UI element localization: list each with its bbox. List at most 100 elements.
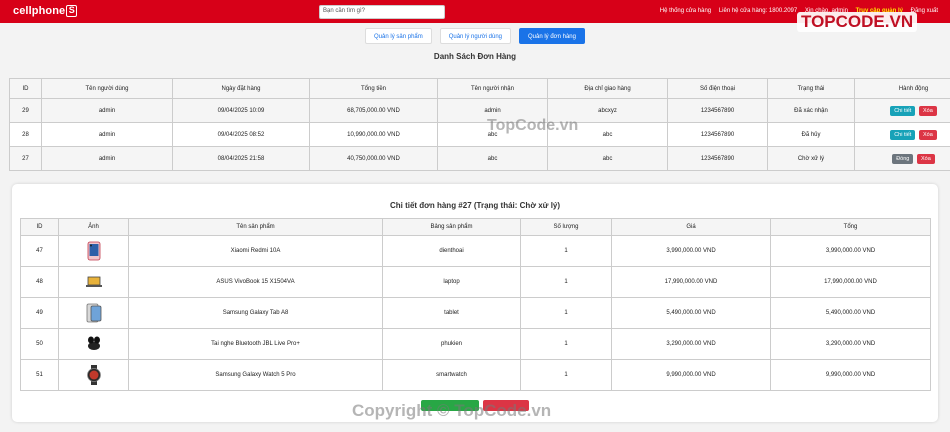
table-row: 50 Tai nghe Bluetooth JBL Live Pro+ phuk… <box>20 328 931 360</box>
orders-table: ID Tên người dùng Ngày đặt hàng Tổng tiề… <box>9 78 950 171</box>
item-name: Xiaomi Redmi 10A <box>128 235 383 267</box>
item-price: 5,490,000.00 VND <box>611 297 771 329</box>
tab-orders[interactable]: Quản lý đơn hàng <box>518 28 585 44</box>
col-header: Hành động <box>854 78 950 99</box>
table-row: 49 Samsung Galaxy Tab A8 tablet 1 5,490,… <box>20 297 931 329</box>
item-table: tablet <box>382 297 521 329</box>
order-receiver: abc <box>437 122 548 147</box>
item-qty: 1 <box>520 235 612 267</box>
item-total: 3,290,000.00 VND <box>770 328 931 360</box>
order-user: admin <box>41 98 173 123</box>
item-qty: 1 <box>520 328 612 360</box>
orders-title: Danh Sách Đơn Hàng <box>433 52 517 61</box>
col-header: Ảnh <box>58 218 129 236</box>
item-price: 3,990,000.00 VND <box>611 235 771 267</box>
order-receiver: admin <box>437 98 548 123</box>
order-phone: 1234567890 <box>667 122 768 147</box>
site-logo[interactable]: cellphone S <box>13 5 78 17</box>
order-date: 09/04/2025 10:09 <box>172 98 310 123</box>
table-row: 47 Xiaomi Redmi 10A dienthoai 1 3,990,00… <box>20 235 931 267</box>
order-status: Chờ xử lý <box>767 146 855 171</box>
col-header: Số điện thoại <box>667 78 768 99</box>
order-status: Đã hủy <box>767 122 855 147</box>
store-system-link[interactable]: Hệ thống cửa hàng <box>660 8 711 14</box>
order-date: 09/04/2025 08:52 <box>172 122 310 147</box>
col-header: Ngày đặt hàng <box>172 78 310 99</box>
logout-link[interactable]: Đăng xuất <box>911 8 938 14</box>
order-total: 40,750,000.00 VND <box>309 146 438 171</box>
order-id: 29 <box>9 98 42 123</box>
col-header: Giá <box>611 218 771 236</box>
admin-access-link[interactable]: Truy cập quản lý <box>856 8 903 14</box>
col-header: Tên người nhận <box>437 78 548 99</box>
delete-button[interactable]: Xóa <box>917 153 935 164</box>
earbuds-icon <box>87 336 100 350</box>
top-header: cellphone S Bạn cần tìm gì? Hệ thống cửa … <box>0 0 950 23</box>
order-user: admin <box>41 146 173 171</box>
col-header: Tên người dùng <box>41 78 173 99</box>
order-address: abcxyz <box>547 98 668 123</box>
item-id: 47 <box>20 235 59 267</box>
table-row: 29 admin 09/04/2025 10:09 68,705,000.00 … <box>9 98 950 123</box>
contact-link[interactable]: Liên hệ cửa hàng: 1800.2097 <box>719 8 797 14</box>
col-header: Tên sản phẩm <box>128 218 383 236</box>
item-table: dienthoai <box>382 235 521 267</box>
col-header: Trạng thái <box>767 78 855 99</box>
order-phone: 1234567890 <box>667 98 768 123</box>
order-actions: Chi tiết Xóa <box>854 122 950 147</box>
item-image <box>58 359 129 391</box>
delete-button[interactable]: Xóa <box>919 129 937 140</box>
table-row: 48 ASUS VivoBook 15 X1504VA laptop 1 17,… <box>20 266 931 298</box>
logo-text: cellphone <box>13 5 66 17</box>
item-total: 5,490,000.00 VND <box>770 297 931 329</box>
greeting-text: Xin chào, admin <box>804 8 848 14</box>
item-price: 17,990,000.00 VND <box>611 266 771 298</box>
item-price: 3,290,000.00 VND <box>611 328 771 360</box>
detail-header-row: ID Ảnh Tên sản phẩm Bảng sản phẩm Số lượ… <box>20 218 931 236</box>
order-user: admin <box>41 122 173 147</box>
watch-icon <box>86 365 101 385</box>
tab-products[interactable]: Quản lý sản phẩm <box>365 28 432 44</box>
delete-button[interactable]: Xóa <box>919 105 937 116</box>
col-header: ID <box>20 218 59 236</box>
item-image <box>58 297 129 329</box>
table-row: 28 admin 09/04/2025 08:52 10,990,000.00 … <box>9 122 950 147</box>
close-button[interactable]: Đóng <box>892 153 914 164</box>
order-date: 08/04/2025 21:58 <box>172 146 310 171</box>
col-header: Tổng <box>770 218 931 236</box>
order-total: 68,705,000.00 VND <box>309 98 438 123</box>
logo-s-box: S <box>66 5 78 17</box>
order-address: abc <box>547 146 668 171</box>
item-qty: 1 <box>520 359 612 391</box>
detail-button[interactable]: Chi tiết <box>890 105 916 116</box>
item-total: 17,990,000.00 VND <box>770 266 931 298</box>
tablet-icon <box>86 303 101 323</box>
item-id: 51 <box>20 359 59 391</box>
detail-actions <box>12 400 938 411</box>
order-detail-table: ID Ảnh Tên sản phẩm Bảng sản phẩm Số lượ… <box>20 218 931 391</box>
confirm-order-button[interactable] <box>421 400 480 411</box>
order-receiver: abc <box>437 146 548 171</box>
item-image <box>58 266 129 298</box>
detail-button[interactable]: Chi tiết <box>890 129 916 140</box>
orders-header-row: ID Tên người dùng Ngày đặt hàng Tổng tiề… <box>9 78 950 99</box>
order-address: abc <box>547 122 668 147</box>
cancel-order-button[interactable] <box>482 400 529 411</box>
order-detail-title: Chi tiết đơn hàng #27 (Trạng thái: Chờ x… <box>389 201 561 210</box>
order-actions: Đóng Xóa <box>854 146 950 171</box>
order-detail-card: Chi tiết đơn hàng #27 (Trạng thái: Chờ x… <box>12 184 938 422</box>
order-status: Đã xác nhận <box>767 98 855 123</box>
item-total: 3,990,000.00 VND <box>770 235 931 267</box>
admin-tabs: Quản lý sản phẩm Quản lý người dùng Quản… <box>0 28 950 44</box>
col-header: Địa chỉ giao hàng <box>547 78 668 99</box>
order-id: 28 <box>9 122 42 147</box>
tab-users[interactable]: Quản lý người dùng <box>439 28 512 44</box>
item-table: smartwatch <box>382 359 521 391</box>
item-qty: 1 <box>520 297 612 329</box>
item-table: phukien <box>382 328 521 360</box>
item-id: 48 <box>20 266 59 298</box>
phone-icon <box>87 241 100 261</box>
item-qty: 1 <box>520 266 612 298</box>
col-header: Số lượng <box>520 218 612 236</box>
search-input[interactable]: Bạn cần tìm gì? <box>319 5 445 19</box>
